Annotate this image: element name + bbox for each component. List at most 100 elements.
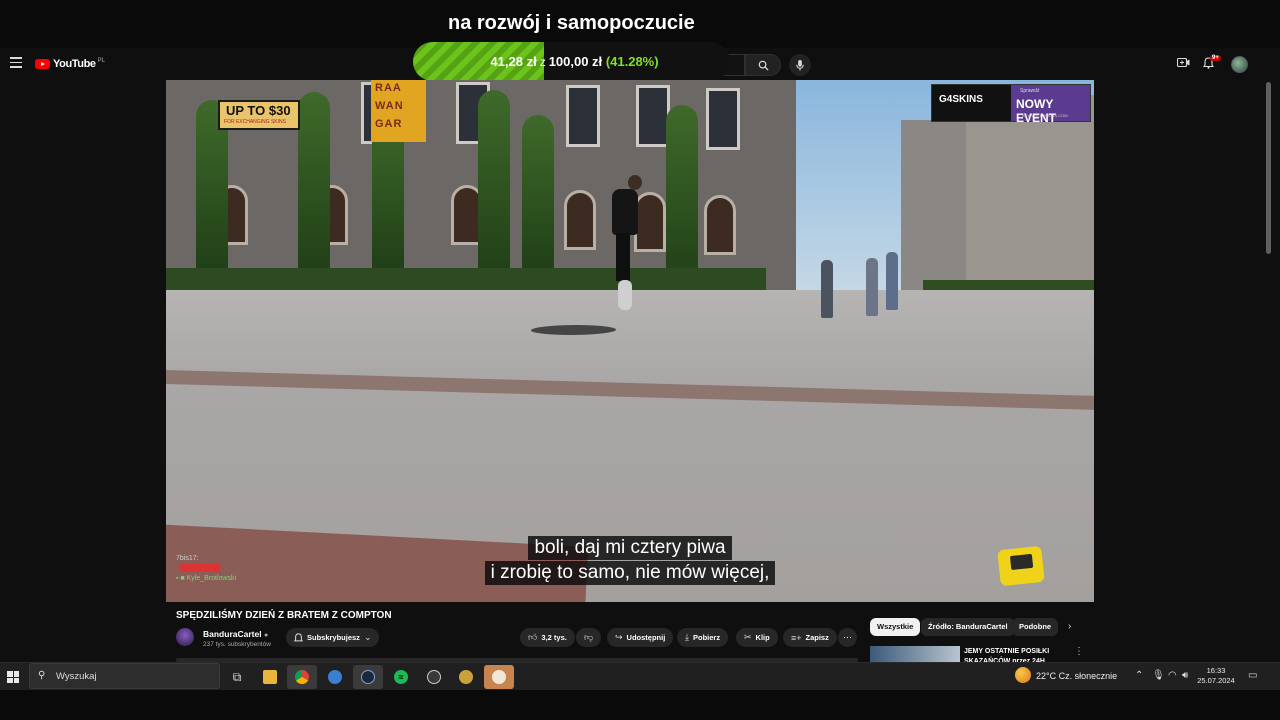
youtube-logo[interactable]: YouTube PL <box>35 58 105 70</box>
download-icon: ⤓ <box>685 632 689 642</box>
video-player[interactable]: UP TO $30 FOR EXCHANGING SKINS RAA WAN G… <box>166 80 1094 602</box>
save-label: Zapisz <box>805 633 829 642</box>
chevron-down-icon: ⌄ <box>363 632 372 642</box>
system-clock[interactable]: 16:33 25.07.2024 <box>1196 666 1236 686</box>
page-scrollbar[interactable] <box>1266 82 1271 254</box>
channel-subscribers: 237 tys. subskrybentów <box>203 641 271 648</box>
youtube-play-icon <box>35 59 50 69</box>
search-icon <box>758 60 769 71</box>
chrome-icon[interactable] <box>287 665 317 689</box>
donation-separator: z <box>539 55 546 69</box>
sponsor-small: Sprawdź <box>1020 88 1040 94</box>
donation-text: 41,28 zł z 100,00 zł (41.28%) <box>413 42 730 81</box>
mic-icon <box>796 59 804 70</box>
notifications-badge: 9+ <box>1210 55 1221 61</box>
save-button[interactable]: ≡+ Zapisz <box>783 628 837 647</box>
tree <box>298 92 330 282</box>
subscribe-label: Subskrybujesz <box>307 633 360 642</box>
search-icon: ⚲ <box>38 670 46 681</box>
playlist-add-icon: ≡+ <box>791 632 802 643</box>
download-label: Pobierz <box>692 633 721 642</box>
tree <box>478 90 510 285</box>
promo-sign: UP TO $30 FOR EXCHANGING SKINS <box>218 100 300 130</box>
donation-current: 41,28 zł <box>490 54 537 69</box>
share-button[interactable]: ↪ Udostępnij <box>607 628 674 647</box>
building-banner: RAA WAN GAR <box>371 80 426 142</box>
building-arch <box>704 195 736 255</box>
tray-chevron-up-icon[interactable]: ⌃ <box>1135 670 1143 681</box>
menu-icon[interactable] <box>10 57 22 69</box>
scissors-icon: ✂ <box>744 632 752 642</box>
stream-overlay-header: na rozwój i samopoczucie <box>0 0 1280 48</box>
share-icon: ↪ <box>615 632 623 642</box>
donation-goal: 100,00 zł <box>548 54 603 69</box>
pedestrian <box>821 260 833 318</box>
microphone-icon[interactable]: 🎙︎ <box>1152 670 1165 681</box>
channel-avatar[interactable] <box>176 628 194 646</box>
donation-goal-bar: 41,28 zł z 100,00 zł (41.28%) <box>413 42 730 81</box>
video-meta: SPĘDZILIŚMY DZIEŃ Z BRATEM Z COMPTON Ban… <box>0 602 1280 665</box>
spotify-icon[interactable]: ≈ <box>386 665 416 689</box>
obs-icon[interactable] <box>419 665 449 689</box>
pedestrian <box>866 258 878 316</box>
tree <box>666 105 698 295</box>
channel-name[interactable]: BanduraCartel ● <box>203 629 268 639</box>
steam-icon[interactable] <box>353 665 383 689</box>
building-window <box>636 85 670 147</box>
weather-icon[interactable] <box>1015 667 1031 683</box>
app-icon-yellow[interactable] <box>451 665 481 689</box>
chip-similar[interactable]: Podobne <box>1012 618 1059 636</box>
chip-channel[interactable]: Źródło: BanduraCartel <box>921 618 1015 636</box>
clip-label: Klip <box>755 633 770 642</box>
promo-sign-subtext: FOR EXCHANGING SKINS <box>224 119 286 125</box>
overlay-title: na rozwój i samopoczucie <box>448 12 695 34</box>
file-explorer-icon[interactable] <box>255 665 285 689</box>
sponsor-url: na WWW.G4SKINS.COM <box>1022 113 1068 118</box>
dislike-button[interactable]: 👎︎ <box>576 628 602 647</box>
video-building-right-2 <box>966 95 1094 305</box>
share-label: Udostępnij <box>626 633 666 642</box>
search-button[interactable] <box>745 54 781 76</box>
youtube-logo-text: YouTube <box>53 58 96 70</box>
chevron-right-icon[interactable]: › <box>1068 621 1071 632</box>
volume-icon[interactable]: 🔊︎ <box>1182 670 1188 681</box>
voice-search-button[interactable] <box>789 54 811 76</box>
like-count: 3,2 tys. <box>541 633 567 642</box>
subtitle-line-2: i zrobię to samo, nie mów więcej, <box>484 561 776 585</box>
region-code: PL <box>97 58 105 64</box>
app-icon-blue[interactable] <box>320 665 350 689</box>
download-button[interactable]: ⤓ Pobierz <box>677 628 729 647</box>
windows-taskbar: ⚲ Wyszukaj ⧉ ≈ 22°C Cz. słonecznie ⌃ 🎙︎ … <box>0 662 1280 690</box>
bell-icon <box>294 632 303 641</box>
sponsor-banner[interactable]: G4SKINS Sprawdź NOWY EVENT na WWW.G4SKIN… <box>931 84 1091 125</box>
clip-button[interactable]: ✂ Klip <box>736 628 778 647</box>
windows-start-icon[interactable] <box>7 671 19 683</box>
building-window <box>566 85 600 147</box>
app-icon-orange[interactable] <box>484 665 514 689</box>
more-actions-button[interactable]: ⋯ <box>838 628 857 647</box>
screen-bottom-edge <box>0 690 1280 720</box>
taskbar-search-placeholder: Wyszukaj <box>56 671 97 682</box>
wifi-icon[interactable]: ◠ <box>1168 670 1177 681</box>
building-window <box>706 88 740 150</box>
subtitle-line-1: boli, daj mi cztery piwa <box>528 536 732 560</box>
sponsor-event: NOWY EVENT <box>1016 97 1057 125</box>
clock-time: 16:33 <box>1206 666 1226 675</box>
weather-text[interactable]: 22°C Cz. słonecznie <box>1036 671 1117 681</box>
notification-center-icon[interactable]: ▭ <box>1248 670 1257 681</box>
pedestrian <box>886 252 898 310</box>
subscribe-button[interactable]: Subskrybujesz ⌄ <box>286 628 380 647</box>
like-button[interactable]: 👍︎ 3,2 tys. <box>520 628 575 647</box>
skater <box>606 175 646 310</box>
account-avatar[interactable] <box>1231 56 1248 73</box>
chip-all[interactable]: Wszystkie <box>870 618 921 636</box>
create-icon[interactable] <box>1176 57 1190 71</box>
recommendation-menu-icon[interactable]: ⋮ <box>1074 646 1084 657</box>
thumbs-down-icon: 👎︎ <box>584 632 594 642</box>
task-view-icon[interactable]: ⧉ <box>222 665 252 689</box>
video-title: SPĘDZILIŚMY DZIEŃ Z BRATEM Z COMPTON <box>176 610 392 621</box>
building-arch <box>564 190 596 250</box>
thumbs-up-icon: 👍︎ <box>528 632 538 642</box>
taskbar-search[interactable]: ⚲ Wyszukaj <box>29 663 220 689</box>
donation-percent: (41.28%) <box>605 54 659 69</box>
